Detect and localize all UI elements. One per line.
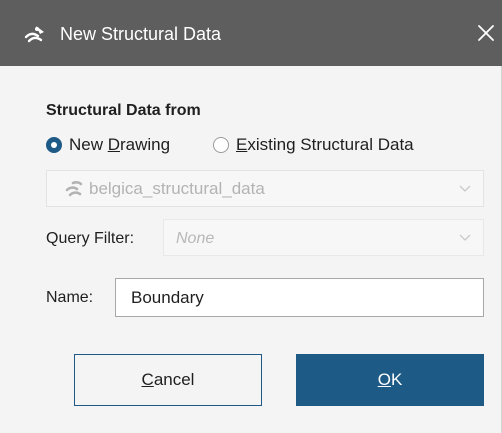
- radio-new-drawing[interactable]: New Drawing: [46, 134, 170, 156]
- structural-data-icon: [65, 180, 83, 198]
- name-label: Name:: [46, 289, 94, 306]
- title-bar: New Structural Data: [0, 0, 502, 66]
- ok-button-label: OK: [377, 370, 403, 389]
- structural-data-icon: [24, 24, 46, 44]
- new-structural-data-dialog: New Structural Data Structural Data from…: [0, 0, 502, 433]
- chevron-down-icon: [459, 234, 471, 241]
- ok-button[interactable]: OK: [296, 354, 484, 406]
- dialog-title: New Structural Data: [60, 24, 222, 44]
- chevron-down-icon: [459, 185, 471, 192]
- query-filter-label: Query Filter:: [46, 230, 135, 247]
- close-button[interactable]: [474, 20, 498, 46]
- cancel-button[interactable]: Cancel: [74, 354, 262, 406]
- radio-unchecked-indicator: [213, 137, 229, 153]
- structural-data-select[interactable]: belgica_structural_data: [46, 170, 484, 207]
- name-input[interactable]: [115, 278, 484, 317]
- query-filter-select[interactable]: None: [163, 219, 484, 256]
- close-icon: [478, 25, 494, 41]
- radio-new-drawing-label: New Drawing: [69, 135, 171, 154]
- query-filter-value: None: [176, 230, 215, 247]
- cancel-button-label: Cancel: [141, 370, 195, 389]
- radio-checked-indicator: [46, 137, 62, 153]
- radio-existing-label: Existing Structural Data: [236, 135, 414, 154]
- structural-data-select-value: belgica_structural_data: [89, 179, 265, 198]
- radio-existing-structural-data[interactable]: Existing Structural Data: [213, 134, 414, 156]
- section-label: Structural Data from: [46, 102, 201, 119]
